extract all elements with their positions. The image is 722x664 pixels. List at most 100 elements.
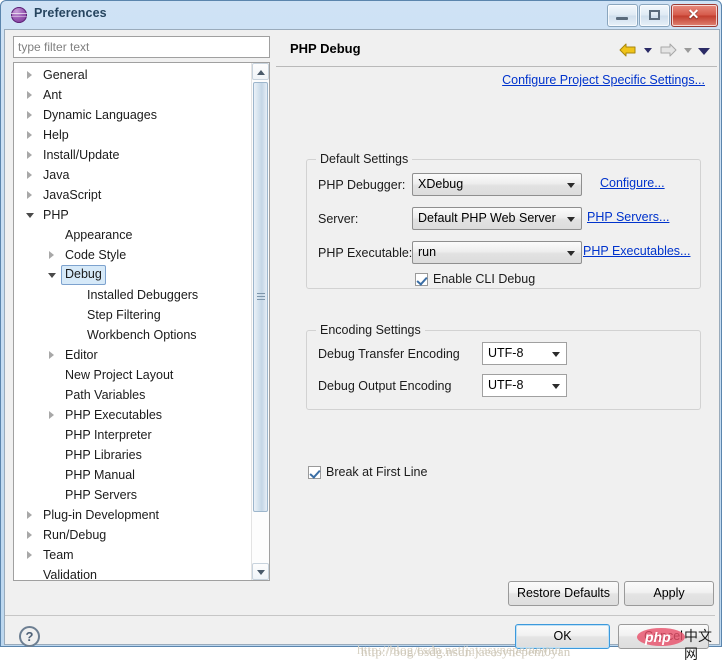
php-debugger-value: XDebug (418, 177, 464, 191)
server-value: Default PHP Web Server (418, 211, 556, 225)
chevron-down-icon[interactable] (48, 271, 57, 280)
configure-link[interactable]: Configure... (600, 176, 665, 190)
chevron-right-icon[interactable] (26, 111, 35, 120)
configure-project-specific-settings-link[interactable]: Configure Project Specific Settings... (502, 73, 705, 87)
preferences-window: Preferences ✕ General Ant Dynamic Language… (0, 0, 722, 663)
tree-item-path-variables[interactable]: Path Variables (14, 385, 250, 405)
title-bar: Preferences ✕ (1, 1, 722, 29)
tree-item-general[interactable]: General (14, 65, 250, 85)
tree-item-step-filtering[interactable]: Step Filtering (14, 305, 250, 325)
server-combo[interactable]: Default PHP Web Server (412, 207, 582, 230)
chevron-down-icon (552, 352, 560, 357)
tree-item-label: PHP (43, 208, 69, 222)
scroll-up-icon (257, 70, 265, 75)
search-input[interactable] (13, 36, 270, 58)
tree-item-dynamic-languages[interactable]: Dynamic Languages (14, 105, 250, 125)
back-dropdown-icon[interactable] (641, 41, 655, 59)
close-button[interactable]: ✕ (671, 4, 718, 27)
tree-item-label: PHP Executables (65, 408, 163, 422)
php-servers-link[interactable]: PHP Servers... (587, 210, 669, 224)
chevron-right-icon[interactable] (48, 251, 57, 260)
chevron-down-icon[interactable] (26, 211, 35, 220)
tree-item-label: New Project Layout (65, 368, 174, 382)
tree-item-php-interpreter[interactable]: PHP Interpreter (14, 425, 250, 445)
tree-item-javascript[interactable]: JavaScript (14, 185, 250, 205)
default-settings-legend: Default Settings (316, 152, 413, 166)
php-debugger-combo[interactable]: XDebug (412, 173, 582, 196)
tree-item-label: Code Style (65, 248, 127, 262)
tree-item-new-project-layout[interactable]: New Project Layout (14, 365, 250, 385)
tree-item-ant[interactable]: Ant (14, 85, 250, 105)
chevron-right-icon[interactable] (48, 351, 57, 360)
tree-item-label: Validation (43, 568, 97, 581)
scrollbar-thumb[interactable] (253, 82, 268, 512)
tree-item-validation[interactable]: Validation (14, 565, 250, 581)
tree-item-editor[interactable]: Editor (14, 345, 250, 365)
chevron-right-icon[interactable] (26, 91, 35, 100)
tree-item-debug[interactable]: Debug (14, 265, 250, 285)
help-icon[interactable]: ? (19, 626, 40, 647)
tree-item-php-servers[interactable]: PHP Servers (14, 485, 250, 505)
chevron-right-icon[interactable] (26, 71, 35, 80)
break-at-first-line-label: Break at First Line (326, 465, 428, 479)
window-title: Preferences (34, 6, 107, 20)
tree-item-java[interactable]: Java (14, 165, 250, 185)
configure-project-link-wrapper: Configure Project Specific Settings... (502, 73, 705, 87)
scroll-up-button[interactable] (252, 63, 269, 80)
tree-item-installed-debuggers[interactable]: Installed Debuggers (14, 285, 250, 305)
checkbox-checked-icon (308, 466, 321, 479)
scroll-down-icon (257, 570, 265, 575)
back-arrow-icon[interactable] (617, 41, 639, 59)
php-executable-combo[interactable]: run (412, 241, 582, 264)
scroll-down-button[interactable] (252, 563, 269, 580)
tree-items-container: General Ant Dynamic Languages Help Install/U… (14, 65, 250, 581)
tree-item-install-update[interactable]: Install/Update (14, 145, 250, 165)
tree-item-label: Installed Debuggers (87, 288, 199, 302)
tree-item-run-debug[interactable]: Run/Debug (14, 525, 250, 545)
restore-button[interactable] (639, 4, 670, 27)
tree-item-workbench-options[interactable]: Workbench Options (14, 325, 250, 345)
cancel-button[interactable]: Cancel (618, 624, 709, 649)
debug-output-encoding-label: Debug Output Encoding (318, 379, 452, 393)
chevron-right-icon[interactable] (26, 171, 35, 180)
tree-item-plug-in-development[interactable]: Plug-in Development (14, 505, 250, 525)
tree-item-label: PHP Interpreter (65, 428, 152, 442)
tree-item-label: Team (43, 548, 74, 562)
tree-item-label: Plug-in Development (43, 508, 160, 522)
default-settings-group: Default Settings PHP Debugger: XDebug Co… (306, 152, 701, 289)
tree-item-help[interactable]: Help (14, 125, 250, 145)
view-menu-icon[interactable] (697, 41, 711, 59)
chevron-right-icon[interactable] (26, 151, 35, 160)
tree-item-php-executables[interactable]: PHP Executables (14, 405, 250, 425)
tree-item-appearance[interactable]: Appearance (14, 225, 250, 245)
php-executables-link[interactable]: PHP Executables... (583, 244, 690, 258)
tree-item-label: PHP Servers (65, 488, 138, 502)
ok-button[interactable]: OK (515, 624, 610, 649)
minimize-button[interactable] (607, 4, 638, 27)
tree-item-code-style[interactable]: Code Style (14, 245, 250, 265)
server-label: Server: (318, 212, 359, 226)
apply-button[interactable]: Apply (624, 581, 714, 606)
chevron-right-icon[interactable] (26, 551, 35, 560)
chevron-right-icon[interactable] (26, 131, 35, 140)
tree-item-php[interactable]: PHP (14, 205, 250, 225)
tree-item-label: Editor (65, 348, 98, 362)
chevron-right-icon[interactable] (26, 511, 35, 520)
encoding-settings-legend: Encoding Settings (316, 323, 425, 337)
chevron-right-icon[interactable] (48, 411, 57, 420)
tree-scrollbar[interactable] (251, 63, 269, 580)
forward-dropdown-icon (681, 41, 695, 59)
chevron-right-icon[interactable] (26, 531, 35, 540)
filter-field-wrapper (13, 36, 270, 58)
debug-transfer-encoding-combo[interactable]: UTF-8 (482, 342, 567, 365)
debug-output-encoding-combo[interactable]: UTF-8 (482, 374, 567, 397)
chevron-right-icon[interactable] (26, 191, 35, 200)
php-debugger-label: PHP Debugger: (318, 178, 406, 192)
restore-defaults-button[interactable]: Restore Defaults (508, 581, 619, 606)
page-pane: PHP Debug Configure Project Specific Set… (276, 32, 717, 618)
minimize-icon (616, 17, 628, 20)
tree-item-php-manual[interactable]: PHP Manual (14, 465, 250, 485)
preferences-tree[interactable]: General Ant Dynamic Languages Help Install/U… (13, 62, 270, 581)
tree-item-team[interactable]: Team (14, 545, 250, 565)
tree-item-php-libraries[interactable]: PHP Libraries (14, 445, 250, 465)
